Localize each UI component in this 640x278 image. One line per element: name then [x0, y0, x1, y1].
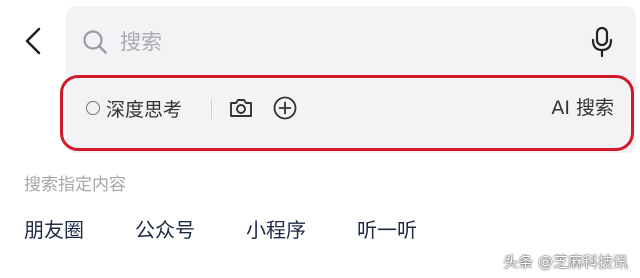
search-icon — [83, 30, 107, 54]
filter-item-listen[interactable]: 听一听 — [357, 214, 417, 246]
plus-circle-icon[interactable] — [273, 96, 297, 120]
radio-circle-icon — [86, 101, 100, 115]
divider — [211, 99, 212, 119]
filter-item-moments[interactable]: 朋友圈 — [24, 214, 84, 246]
deep-think-toggle[interactable]: 深度思考 — [86, 92, 182, 124]
deep-think-label: 深度思考 — [106, 98, 183, 121]
microphone-icon[interactable] — [590, 26, 614, 58]
filter-item-official-accounts[interactable]: 公众号 — [135, 214, 195, 246]
watermark: 头条 @芝麻科技讯 — [503, 253, 628, 271]
filter-item-mini-programs[interactable]: 小程序 — [246, 214, 306, 246]
back-button[interactable] — [20, 24, 46, 58]
search-placeholder: 搜索 — [120, 30, 162, 54]
camera-icon[interactable] — [228, 96, 254, 120]
ai-search-button[interactable]: AI 搜索 — [551, 92, 614, 124]
chevron-left-icon — [25, 27, 41, 55]
section-title: 搜索指定内容 — [24, 175, 126, 195]
search-page: 搜索 深度思考 AI 搜索 搜索指定内容 朋友圈 公众号 小程序 听一听 头条 … — [0, 0, 640, 278]
